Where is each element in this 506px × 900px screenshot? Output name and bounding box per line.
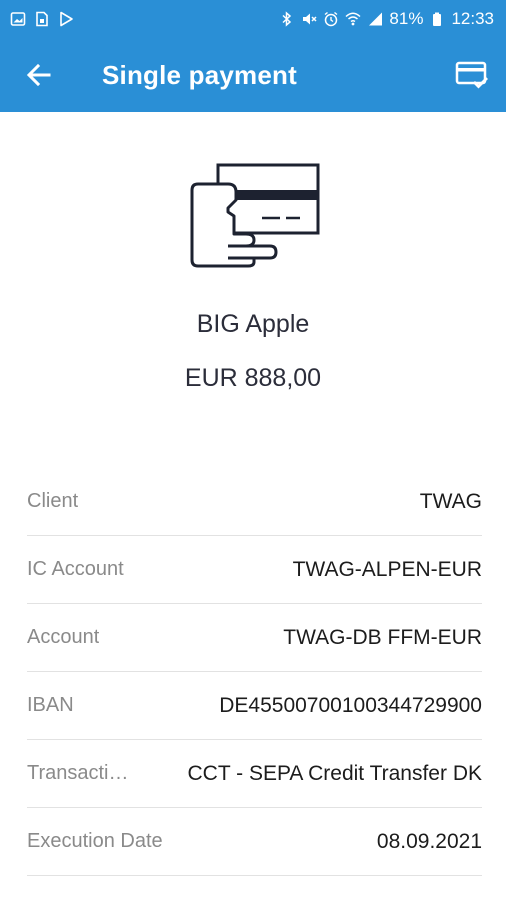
detail-label: Account xyxy=(27,626,100,648)
payment-details: Client TWAG IC Account TWAG-ALPEN-EUR Ac… xyxy=(27,468,482,876)
detail-value: TWAG-DB FFM-EUR xyxy=(283,625,482,649)
detail-label: Execution Date xyxy=(27,830,163,852)
wifi-icon xyxy=(345,11,361,27)
detail-row-transaction-type: Transaction Type CCT - SEPA Credit Trans… xyxy=(27,740,482,808)
back-button[interactable] xyxy=(0,38,72,112)
battery-percentage: 81% xyxy=(389,9,424,28)
detail-label: IBAN xyxy=(27,694,74,716)
mute-icon xyxy=(301,11,317,27)
status-bar: 81% 12:33 xyxy=(0,0,506,38)
hand-card-icon xyxy=(190,163,320,268)
payee-name: BIG Apple xyxy=(196,310,310,338)
app-bar: Single payment xyxy=(0,38,506,112)
status-bar-system: 81% 12:33 xyxy=(279,9,494,29)
status-bar-notifications xyxy=(10,11,74,27)
detail-value: DE45500700100344729900 xyxy=(219,693,482,717)
detail-row-iban: IBAN DE45500700100344729900 xyxy=(27,672,482,740)
detail-value: CCT - SEPA Credit Transfer DK xyxy=(187,761,482,785)
detail-value: TWAG-ALPEN-EUR xyxy=(292,557,482,581)
bluetooth-icon xyxy=(279,11,295,27)
signal-icon xyxy=(367,11,383,27)
clock: 12:33 xyxy=(451,9,494,28)
detail-label: Transaction Type xyxy=(27,762,137,784)
detail-row-account: Account TWAG-DB FFM-EUR xyxy=(27,604,482,672)
play-store-icon xyxy=(58,11,74,27)
detail-label: Client xyxy=(27,490,79,512)
detail-value: TWAG xyxy=(419,489,482,513)
image-icon xyxy=(10,11,26,27)
sim-card-icon xyxy=(34,11,50,27)
approve-button[interactable] xyxy=(438,38,506,112)
payment-amount: EUR 888,00 xyxy=(184,364,322,392)
detail-label: IC Account xyxy=(27,558,124,580)
arrow-left-icon xyxy=(26,63,51,87)
battery-icon xyxy=(429,11,445,27)
detail-row-ic-account: IC Account TWAG-ALPEN-EUR xyxy=(27,536,482,604)
detail-row-client: Client TWAG xyxy=(27,468,482,536)
detail-row-execution-date: Execution Date 08.09.2021 xyxy=(27,808,482,876)
alarm-icon xyxy=(323,11,339,27)
card-check-icon xyxy=(455,61,488,89)
detail-value: 08.09.2021 xyxy=(376,829,482,853)
page-title: Single payment xyxy=(102,59,297,90)
